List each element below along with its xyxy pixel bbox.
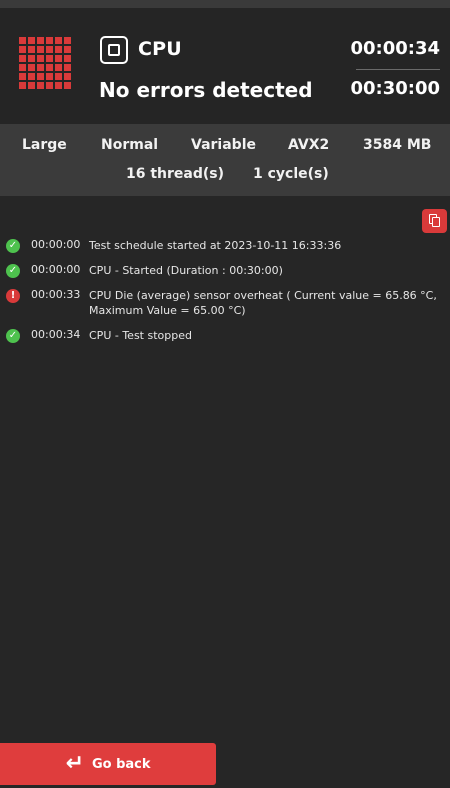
log-message: Test schedule started at 2023-10-11 16:3… bbox=[89, 239, 342, 252]
timer-divider bbox=[356, 69, 440, 70]
log-time: 00:00:33 bbox=[31, 288, 81, 301]
check-circle-icon: ✓ bbox=[6, 264, 20, 278]
log-time: 00:00:34 bbox=[31, 328, 81, 341]
grid-logo-icon bbox=[19, 37, 71, 89]
log-message: CPU - Test stopped bbox=[89, 329, 192, 342]
elapsed-time: 00:00:34 bbox=[350, 38, 440, 59]
test-header: CPU No errors detected 00:00:34 00:30:00 bbox=[0, 8, 450, 124]
param-threads: 16 thread(s) bbox=[126, 166, 225, 182]
check-circle-icon: ✓ bbox=[6, 329, 20, 343]
log-time: 00:00:00 bbox=[31, 238, 81, 251]
exclamation-circle-icon: ! bbox=[6, 289, 20, 303]
copy-log-button[interactable] bbox=[422, 209, 447, 233]
param-instruction-set: AVX2 bbox=[288, 137, 330, 153]
param-mode: Normal bbox=[101, 137, 159, 153]
param-load: Variable bbox=[191, 137, 256, 153]
log-time: 00:00:00 bbox=[31, 263, 81, 276]
test-name: CPU bbox=[138, 38, 182, 60]
param-cycles: 1 cycle(s) bbox=[253, 166, 329, 182]
total-duration: 00:30:00 bbox=[350, 78, 440, 99]
check-circle-icon: ✓ bbox=[6, 239, 20, 253]
log-message: CPU Die (average) sensor overheat ( Curr… bbox=[89, 289, 437, 317]
test-parameters: Large Normal Variable AVX2 3584 MB 16 th… bbox=[0, 124, 450, 196]
top-strip bbox=[0, 0, 450, 8]
param-dataset: Large bbox=[22, 137, 67, 153]
go-back-label: Go back bbox=[91, 756, 151, 772]
status-text: No errors detected bbox=[99, 78, 313, 102]
log-message: CPU - Started (Duration : 00:30:00) bbox=[89, 264, 283, 277]
go-back-button[interactable]: ↵ Go back bbox=[0, 743, 216, 785]
stop-square-icon bbox=[100, 36, 128, 64]
param-memory: 3584 MB bbox=[363, 137, 432, 153]
enter-arrow-icon: ↵ bbox=[65, 751, 84, 776]
